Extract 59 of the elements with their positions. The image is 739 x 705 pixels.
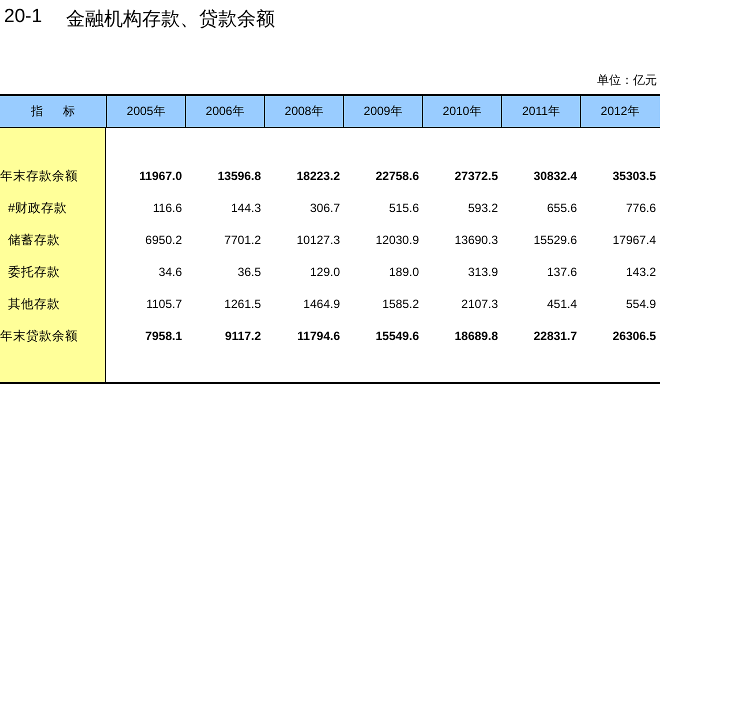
table-cell: 2107.3 — [461, 297, 498, 311]
table-cell: 129.0 — [310, 265, 340, 279]
table-cell: 35303.5 — [612, 169, 656, 183]
header-cell: 2009年 — [343, 96, 422, 127]
row-label: 其他存款 — [7, 296, 60, 312]
table-cell: 1105.7 — [146, 297, 182, 311]
header-cell-text: 指 标 — [30, 103, 76, 120]
table-cell: 9117.2 — [224, 329, 261, 343]
table-cell: 116.6 — [152, 201, 182, 215]
table-number: 20-1 — [4, 6, 42, 29]
table-cell: 22831.7 — [534, 329, 577, 343]
table-cell: 137.6 — [546, 265, 577, 279]
table-cell: 13596.8 — [218, 169, 261, 183]
row-label: 年末存款余额 — [0, 168, 78, 184]
row-label: #财政存款 — [7, 200, 67, 216]
header-cell: 2006年 — [185, 96, 264, 127]
table-cell: 1261.5 — [224, 297, 261, 311]
table-cell: 655.6 — [546, 201, 577, 215]
table-cell: 554.9 — [626, 297, 656, 311]
table-cell: 26306.5 — [612, 329, 656, 343]
table-cell: 18689.8 — [454, 329, 498, 343]
table-cell: 11967.0 — [139, 169, 182, 183]
table-cell: 306.7 — [310, 201, 340, 215]
table-cell: 143.2 — [626, 265, 656, 279]
table-cell: 10127.3 — [296, 233, 340, 247]
table-cell: 1464.9 — [303, 297, 340, 311]
table-cell: 593.2 — [468, 201, 498, 215]
table-cell: 13690.3 — [454, 233, 498, 247]
header-cell: 2005年 — [106, 96, 185, 127]
header-cell: 2012年 — [580, 96, 659, 127]
table-cell: 27372.5 — [454, 169, 498, 183]
row-label: 委托存款 — [7, 264, 60, 280]
table-cell: 1585.2 — [382, 297, 419, 311]
header-cell: 2010年 — [422, 96, 501, 127]
row-label: 年末贷款余额 — [0, 328, 78, 344]
table-cell: 144.3 — [230, 201, 261, 215]
table-cell: 6950.2 — [145, 233, 182, 247]
table-cell: 30832.4 — [534, 169, 577, 183]
table-cell: 12030.9 — [376, 233, 419, 247]
table-cell: 7958.1 — [145, 329, 182, 343]
table-cell: 515.6 — [388, 201, 419, 215]
row-label: 储蓄存款 — [7, 232, 60, 248]
table-cell: 189.0 — [388, 265, 419, 279]
table-cell: 776.6 — [626, 201, 656, 215]
table-cell: 34.6 — [158, 265, 182, 279]
table-cell: 15549.6 — [376, 329, 419, 343]
table-cell: 7701.2 — [224, 233, 261, 247]
table-cell: 36.5 — [238, 265, 261, 279]
table-cell: 17967.4 — [612, 233, 656, 247]
table-cell: 11794.6 — [297, 329, 340, 343]
table-cell: 22758.6 — [376, 169, 419, 183]
table-cell: 313.9 — [468, 265, 498, 279]
table-cell: 15529.6 — [534, 233, 577, 247]
unit-label: 单位：亿元 — [597, 72, 657, 89]
table-cell: 18223.2 — [296, 169, 340, 183]
table-title: 金融机构存款、贷款余额 — [66, 8, 276, 32]
header-cell: 2008年 — [264, 96, 343, 127]
table-cell: 451.4 — [546, 297, 577, 311]
header-cell: 2011年 — [501, 96, 580, 127]
